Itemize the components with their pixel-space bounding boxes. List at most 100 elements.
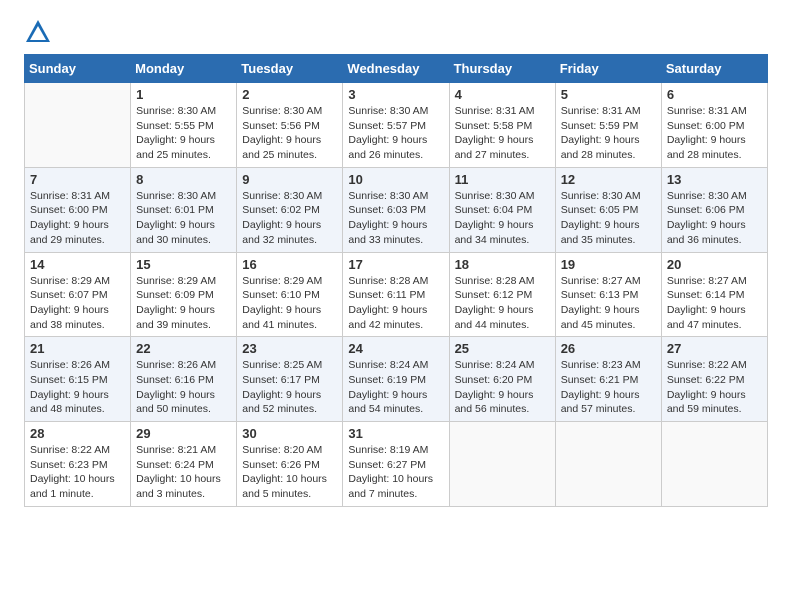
cell-text: and 28 minutes.: [667, 148, 762, 163]
page-header: [0, 0, 792, 54]
cell-text: Sunrise: 8:30 AM: [348, 189, 443, 204]
calendar-week-row: 7Sunrise: 8:31 AMSunset: 6:00 PMDaylight…: [25, 167, 768, 252]
cell-text: and 1 minute.: [30, 487, 125, 502]
cell-text: Sunset: 6:21 PM: [561, 373, 656, 388]
cell-text: Sunset: 6:27 PM: [348, 458, 443, 473]
cell-text: and 39 minutes.: [136, 318, 231, 333]
cell-text: and 27 minutes.: [455, 148, 550, 163]
cell-text: Sunset: 6:00 PM: [667, 119, 762, 134]
calendar-cell: 7Sunrise: 8:31 AMSunset: 6:00 PMDaylight…: [25, 167, 131, 252]
cell-text: Sunrise: 8:28 AM: [348, 274, 443, 289]
cell-text: Sunrise: 8:29 AM: [30, 274, 125, 289]
cell-text: Sunrise: 8:27 AM: [667, 274, 762, 289]
calendar-cell: [555, 422, 661, 507]
cell-text: Sunrise: 8:30 AM: [242, 104, 337, 119]
cell-text: and 38 minutes.: [30, 318, 125, 333]
cell-text: Sunrise: 8:28 AM: [455, 274, 550, 289]
calendar-cell: 21Sunrise: 8:26 AMSunset: 6:15 PMDayligh…: [25, 337, 131, 422]
cell-text: Sunset: 5:59 PM: [561, 119, 656, 134]
cell-text: Sunrise: 8:23 AM: [561, 358, 656, 373]
day-number: 6: [667, 87, 762, 102]
cell-text: Daylight: 9 hours: [455, 388, 550, 403]
calendar-cell: 19Sunrise: 8:27 AMSunset: 6:13 PMDayligh…: [555, 252, 661, 337]
calendar-table: SundayMondayTuesdayWednesdayThursdayFrid…: [24, 54, 768, 507]
cell-text: Daylight: 9 hours: [348, 218, 443, 233]
cell-text: and 50 minutes.: [136, 402, 231, 417]
cell-text: Sunset: 6:01 PM: [136, 203, 231, 218]
calendar-cell: 12Sunrise: 8:30 AMSunset: 6:05 PMDayligh…: [555, 167, 661, 252]
calendar-cell: 9Sunrise: 8:30 AMSunset: 6:02 PMDaylight…: [237, 167, 343, 252]
cell-text: Sunrise: 8:27 AM: [561, 274, 656, 289]
day-number: 23: [242, 341, 337, 356]
cell-text: Daylight: 10 hours: [30, 472, 125, 487]
cell-text: Sunset: 6:23 PM: [30, 458, 125, 473]
cell-text: Daylight: 9 hours: [30, 303, 125, 318]
cell-text: Daylight: 9 hours: [561, 388, 656, 403]
cell-text: Daylight: 10 hours: [348, 472, 443, 487]
day-number: 7: [30, 172, 125, 187]
calendar-cell: [449, 422, 555, 507]
cell-text: Sunset: 6:16 PM: [136, 373, 231, 388]
cell-text: and 25 minutes.: [242, 148, 337, 163]
cell-text: Sunrise: 8:24 AM: [348, 358, 443, 373]
day-number: 3: [348, 87, 443, 102]
cell-text: and 35 minutes.: [561, 233, 656, 248]
calendar-week-row: 28Sunrise: 8:22 AMSunset: 6:23 PMDayligh…: [25, 422, 768, 507]
cell-text: and 54 minutes.: [348, 402, 443, 417]
calendar-cell: 20Sunrise: 8:27 AMSunset: 6:14 PMDayligh…: [661, 252, 767, 337]
cell-text: and 41 minutes.: [242, 318, 337, 333]
cell-text: Daylight: 10 hours: [242, 472, 337, 487]
logo-icon: [24, 18, 52, 46]
cell-text: and 34 minutes.: [455, 233, 550, 248]
cell-text: Daylight: 9 hours: [455, 133, 550, 148]
cell-text: Sunset: 6:19 PM: [348, 373, 443, 388]
day-number: 27: [667, 341, 762, 356]
cell-text: Daylight: 9 hours: [667, 218, 762, 233]
cell-text: Sunset: 6:00 PM: [30, 203, 125, 218]
day-number: 2: [242, 87, 337, 102]
cell-text: Sunset: 6:05 PM: [561, 203, 656, 218]
cell-text: Sunrise: 8:31 AM: [561, 104, 656, 119]
day-number: 24: [348, 341, 443, 356]
day-number: 11: [455, 172, 550, 187]
cell-text: Daylight: 9 hours: [348, 133, 443, 148]
day-number: 9: [242, 172, 337, 187]
cell-text: Sunrise: 8:30 AM: [561, 189, 656, 204]
cell-text: Sunset: 5:58 PM: [455, 119, 550, 134]
cell-text: and 48 minutes.: [30, 402, 125, 417]
cell-text: Sunset: 6:07 PM: [30, 288, 125, 303]
cell-text: Sunrise: 8:22 AM: [30, 443, 125, 458]
cell-text: Sunset: 6:15 PM: [30, 373, 125, 388]
cell-text: Daylight: 9 hours: [242, 133, 337, 148]
cell-text: and 56 minutes.: [455, 402, 550, 417]
header-monday: Monday: [131, 55, 237, 83]
cell-text: Sunset: 6:13 PM: [561, 288, 656, 303]
day-number: 13: [667, 172, 762, 187]
day-number: 4: [455, 87, 550, 102]
day-number: 8: [136, 172, 231, 187]
cell-text: Sunset: 6:14 PM: [667, 288, 762, 303]
day-number: 28: [30, 426, 125, 441]
calendar-cell: 3Sunrise: 8:30 AMSunset: 5:57 PMDaylight…: [343, 83, 449, 168]
day-number: 25: [455, 341, 550, 356]
cell-text: Sunrise: 8:29 AM: [242, 274, 337, 289]
day-number: 22: [136, 341, 231, 356]
day-number: 18: [455, 257, 550, 272]
cell-text: and 32 minutes.: [242, 233, 337, 248]
day-number: 14: [30, 257, 125, 272]
cell-text: Sunrise: 8:20 AM: [242, 443, 337, 458]
calendar-week-row: 21Sunrise: 8:26 AMSunset: 6:15 PMDayligh…: [25, 337, 768, 422]
cell-text: Daylight: 9 hours: [136, 133, 231, 148]
cell-text: Sunrise: 8:30 AM: [136, 104, 231, 119]
calendar-cell: 4 Sunrise: 8:31 AMSunset: 5:58 PMDaylight…: [449, 83, 555, 168]
cell-text: Daylight: 9 hours: [30, 388, 125, 403]
calendar-cell: 17Sunrise: 8:28 AMSunset: 6:11 PMDayligh…: [343, 252, 449, 337]
cell-text: Daylight: 9 hours: [136, 218, 231, 233]
cell-text: Sunrise: 8:31 AM: [455, 104, 550, 119]
calendar-cell: [661, 422, 767, 507]
header-tuesday: Tuesday: [237, 55, 343, 83]
cell-text: Sunset: 5:57 PM: [348, 119, 443, 134]
calendar-week-row: 1Sunrise: 8:30 AMSunset: 5:55 PMDaylight…: [25, 83, 768, 168]
calendar-cell: 8Sunrise: 8:30 AMSunset: 6:01 PMDaylight…: [131, 167, 237, 252]
cell-text: Sunset: 6:09 PM: [136, 288, 231, 303]
